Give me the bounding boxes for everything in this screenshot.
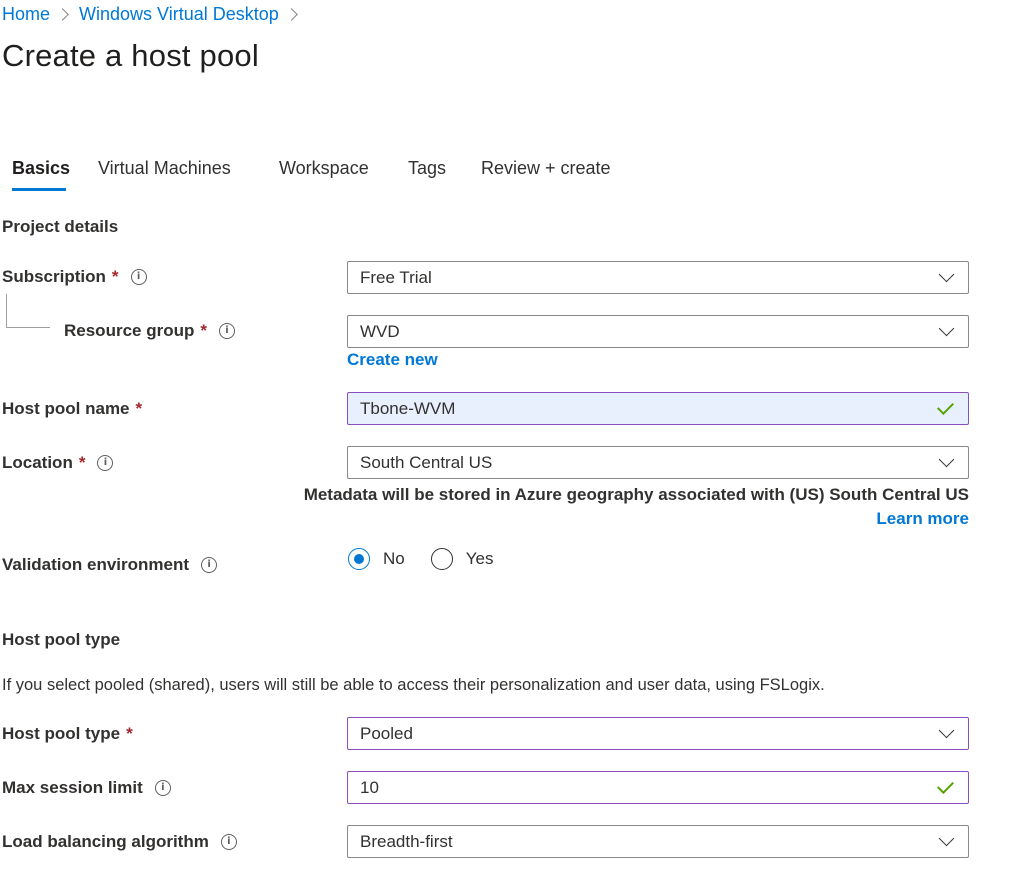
load-balancing-label-text: Load balancing algorithm	[2, 832, 209, 851]
project-details-title: Project details	[2, 217, 119, 236]
host-pool-name-value: Tbone-WVM	[360, 398, 456, 418]
breadcrumb-home-link[interactable]: Home	[2, 4, 50, 25]
radio-button-checked[interactable]	[348, 548, 370, 570]
required-marker: *	[135, 399, 143, 418]
load-balancing-label: Load balancing algorithm i	[2, 832, 237, 852]
host-pool-type-dropdown[interactable]: Pooled	[347, 717, 969, 750]
validation-environment-label: Validation environment i	[2, 555, 218, 575]
learn-more-link[interactable]: Learn more	[876, 509, 969, 529]
info-icon[interactable]: i	[154, 780, 171, 796]
max-session-limit-value: 10	[360, 777, 379, 797]
resource-group-label: Resource group * i	[64, 321, 235, 341]
checkmark-icon	[937, 397, 954, 415]
required-marker: *	[78, 453, 86, 472]
location-dropdown[interactable]: South Central US	[347, 446, 969, 479]
active-tab-indicator	[12, 188, 66, 191]
load-balancing-value: Breadth-first	[360, 831, 453, 851]
chevron-right-icon	[284, 8, 298, 21]
chevron-right-icon	[56, 8, 69, 21]
resource-group-dropdown[interactable]: WVD	[347, 315, 969, 348]
info-icon[interactable]: i	[220, 834, 237, 850]
validation-environment-label-text: Validation environment	[2, 555, 190, 574]
tab-workspace[interactable]: Workspace	[279, 158, 369, 179]
location-value: South Central US	[360, 452, 493, 472]
required-marker: *	[126, 724, 133, 743]
required-marker: *	[111, 267, 119, 286]
radio-no[interactable]: No	[348, 548, 405, 570]
host-pool-type-value: Pooled	[360, 723, 413, 743]
resource-group-value: WVD	[360, 321, 400, 341]
chevron-down-icon	[938, 451, 955, 468]
info-icon[interactable]: i	[97, 455, 114, 471]
host-pool-type-label-text: Host pool type	[2, 724, 121, 743]
info-icon[interactable]: i	[218, 323, 235, 339]
radio-yes[interactable]: Yes	[430, 548, 494, 570]
chevron-down-icon	[938, 320, 955, 337]
host-pool-type-section-title: Host pool type	[2, 630, 121, 649]
location-label-text: Location	[2, 453, 73, 472]
breadcrumb: Home Windows Virtual Desktop	[2, 4, 308, 25]
subscription-dropdown[interactable]: Free Trial	[347, 261, 969, 294]
max-session-limit-label: Max session limit i	[2, 778, 171, 798]
subscription-label: Subscription * i	[2, 267, 147, 287]
tab-tags[interactable]: Tags	[408, 158, 446, 179]
max-session-limit-input[interactable]: 10	[347, 771, 969, 804]
tree-connector	[6, 327, 50, 328]
host-pool-type-description: If you select pooled (shared), users wil…	[2, 676, 825, 694]
tab-basics[interactable]: Basics	[12, 158, 70, 179]
info-icon[interactable]: i	[201, 557, 218, 573]
subscription-value: Free Trial	[360, 267, 432, 287]
create-new-link[interactable]: Create new	[347, 350, 438, 370]
chevron-down-icon	[938, 266, 955, 283]
max-session-limit-label-text: Max session limit	[2, 778, 143, 797]
page-title: Create a host pool	[2, 38, 259, 73]
subscription-label-text: Subscription	[2, 267, 106, 286]
resource-group-label-text: Resource group	[64, 321, 195, 340]
host-pool-name-label-text: Host pool name	[2, 399, 130, 418]
radio-yes-label: Yes	[465, 549, 494, 568]
breadcrumb-wvd-link[interactable]: Windows Virtual Desktop	[79, 4, 279, 25]
host-pool-type-label: Host pool type *	[2, 724, 133, 744]
host-pool-name-input[interactable]: Tbone-WVM	[347, 392, 969, 425]
required-marker: *	[200, 321, 207, 340]
radio-button-unchecked[interactable]	[430, 548, 453, 570]
load-balancing-dropdown[interactable]: Breadth-first	[347, 825, 969, 858]
tab-review-create[interactable]: Review + create	[481, 158, 611, 179]
chevron-down-icon	[938, 830, 955, 847]
tab-virtual-machines[interactable]: Virtual Machines	[98, 158, 231, 179]
checkmark-icon	[937, 776, 954, 794]
host-pool-name-label: Host pool name *	[2, 399, 142, 419]
location-label: Location * i	[2, 453, 114, 473]
location-help-text: Metadata will be stored in Azure geograp…	[303, 485, 969, 504]
radio-no-label: No	[383, 549, 405, 568]
info-icon[interactable]: i	[130, 269, 147, 285]
tree-connector	[6, 294, 7, 328]
chevron-down-icon	[938, 722, 955, 739]
validation-environment-radio-group: No Yes	[348, 548, 519, 570]
